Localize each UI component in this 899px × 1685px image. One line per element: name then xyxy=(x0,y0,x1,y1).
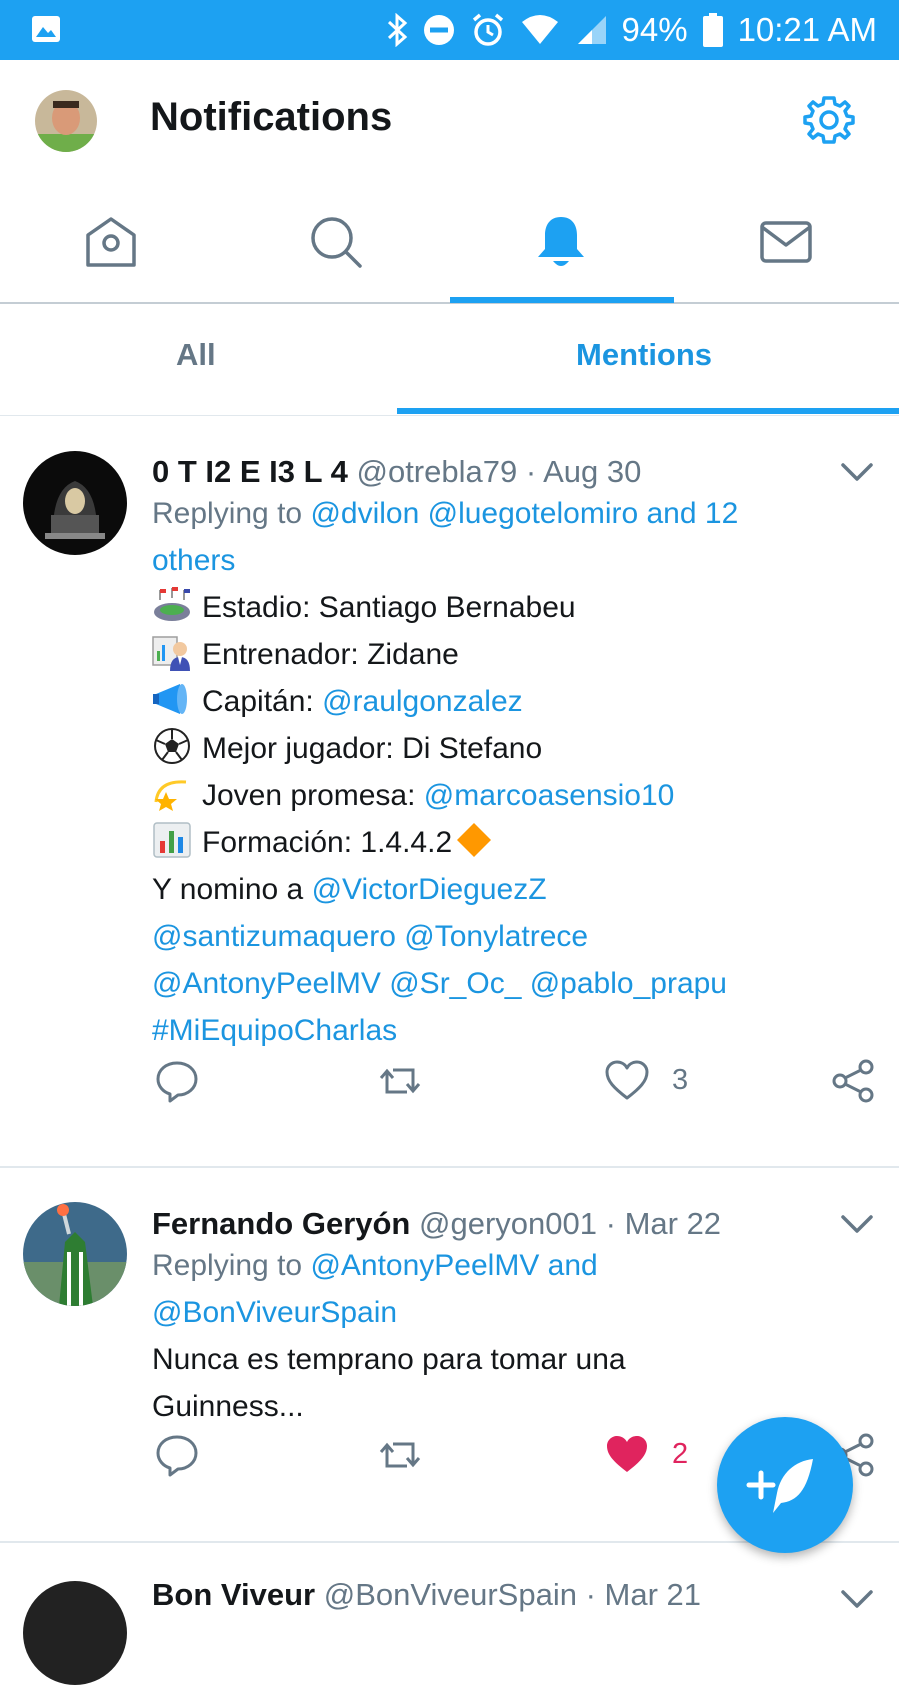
tweet-date: Mar 22 xyxy=(624,1206,722,1241)
tab-all[interactable]: All xyxy=(176,337,216,373)
app-header xyxy=(0,60,899,180)
clock: 10:21 AM xyxy=(737,11,877,48)
alarm-icon xyxy=(472,13,503,46)
reply-mentions-others[interactable]: others xyxy=(152,544,235,577)
active-tab-indicator xyxy=(450,297,674,303)
tweet-header: Bon Viveur @BonViveurSpain · Mar 21 xyxy=(152,1577,701,1613)
line-formation: Formación: 1.4.4.2 xyxy=(202,826,453,859)
reply-mentions[interactable]: @dvilon @luegotelomiro and 12 xyxy=(310,497,738,530)
bar-chart-emoji xyxy=(153,822,191,858)
notification-filter-tabs: All Mentions xyxy=(0,304,899,416)
author-handle[interactable]: @BonViveurSpain xyxy=(324,1577,577,1612)
status-bar: 94% 10:21 AM xyxy=(0,0,899,60)
settings-gear-icon[interactable] xyxy=(800,92,858,150)
home-icon[interactable] xyxy=(82,213,140,271)
tweet-avatar[interactable] xyxy=(23,451,127,555)
like-count: 3 xyxy=(672,1064,689,1096)
tweet-header: 0 T I2 E I3 L 4 @otrebla79 · Aug 30 xyxy=(152,454,641,490)
liked-heart-icon[interactable] xyxy=(604,1432,650,1478)
cell-signal-icon xyxy=(577,16,606,44)
tweet-actions: 3 xyxy=(0,1058,899,1108)
chevron-down-icon[interactable] xyxy=(840,1214,874,1234)
chevron-down-icon[interactable] xyxy=(840,462,874,482)
replying-to-label: Replying to xyxy=(152,1249,311,1282)
hashtag-link[interactable]: #MiEquipoCharlas xyxy=(152,1014,397,1047)
like-heart-icon[interactable] xyxy=(604,1058,650,1104)
profile-avatar[interactable] xyxy=(35,90,97,152)
author-name[interactable]: Bon Viveur xyxy=(152,1577,315,1612)
gallery-icon xyxy=(32,16,60,42)
share-icon[interactable] xyxy=(830,1058,876,1104)
page-title: Notifications xyxy=(150,95,393,139)
mentions-tab-indicator xyxy=(397,408,899,414)
nominate-text: Y nomino a xyxy=(152,873,312,906)
reply-icon[interactable] xyxy=(154,1058,200,1104)
dizzy-star-emoji xyxy=(154,780,187,811)
bluetooth-icon xyxy=(387,13,407,47)
search-icon[interactable] xyxy=(307,213,365,271)
mention-victordieguezz[interactable]: @VictorDieguezZ xyxy=(312,873,547,906)
line-best-player: Mejor jugador: Di Stefano xyxy=(202,732,543,765)
tweet-text-line: Guinness... xyxy=(152,1390,304,1423)
tweet-date: Mar 21 xyxy=(604,1577,702,1612)
tweet-avatar[interactable] xyxy=(23,1581,127,1685)
mention-group-1[interactable]: @santizumaquero @Tonylatrece xyxy=(152,920,588,953)
reply-mentions[interactable]: @AntonyPeelMV and xyxy=(310,1249,597,1282)
author-name[interactable]: Fernando Geryón xyxy=(152,1206,410,1241)
line-young-promise: Joven promesa: xyxy=(202,779,424,812)
wifi-icon xyxy=(521,15,558,44)
tweet-content: Replying to @AntonyPeelMV and @BonViveur… xyxy=(152,1242,852,1430)
tab-mentions[interactable]: Mentions xyxy=(576,337,712,373)
compose-tweet-button[interactable] xyxy=(717,1417,853,1553)
author-name[interactable]: 0 T I2 E I3 L 4 xyxy=(152,454,348,489)
tweet-date: Aug 30 xyxy=(543,454,642,489)
retweet-icon[interactable] xyxy=(377,1058,423,1104)
reply-mention-bonviveur[interactable]: @BonViveurSpain xyxy=(152,1296,397,1329)
line-captain: Capitán: xyxy=(202,685,323,718)
retweet-icon[interactable] xyxy=(377,1432,423,1478)
separator-dot: · xyxy=(585,1577,596,1612)
separator-dot: · xyxy=(525,454,537,489)
author-handle[interactable]: @geryon001 xyxy=(419,1206,597,1241)
like-count: 2 xyxy=(672,1438,689,1470)
mention-raulgonzalez[interactable]: @raulgonzalez xyxy=(322,685,523,718)
tweet-header: Fernando Geryón @geryon001 · Mar 22 xyxy=(152,1206,721,1242)
author-handle[interactable]: @otrebla79 xyxy=(356,454,517,489)
messages-icon[interactable] xyxy=(757,213,815,271)
battery-percent: 94% xyxy=(621,11,688,48)
replying-to-label: Replying to xyxy=(152,497,311,530)
tweet-avatar[interactable] xyxy=(23,1202,127,1306)
tweet-content: Replying to @dvilon @luegotelomiro and 1… xyxy=(152,490,852,1054)
teacher-emoji xyxy=(152,636,190,671)
stadium-emoji xyxy=(154,587,190,621)
tweet[interactable]: 0 T I2 E I3 L 4 @otrebla79 · Aug 30 Repl… xyxy=(0,416,899,1168)
compose-feather-icon xyxy=(746,1459,813,1513)
reply-icon[interactable] xyxy=(154,1432,200,1478)
separator-dot: · xyxy=(605,1206,616,1241)
chevron-down-icon[interactable] xyxy=(840,1589,874,1609)
mention-marcoasensio10[interactable]: @marcoasensio10 xyxy=(424,779,675,812)
bell-icon[interactable] xyxy=(532,213,590,271)
battery-icon xyxy=(702,13,723,47)
soccer-ball-emoji xyxy=(154,728,190,764)
mention-group-2[interactable]: @AntonyPeelMV @Sr_Oc_ @pablo_prapu xyxy=(152,967,727,1000)
main-nav xyxy=(0,180,899,304)
megaphone-emoji xyxy=(153,684,187,714)
do-not-disturb-icon xyxy=(423,15,454,45)
orange-diamond-emoji xyxy=(457,823,492,857)
line-coach: Entrenador: Zidane xyxy=(202,638,459,671)
line-stadium: Estadio: Santiago Bernabeu xyxy=(202,591,576,624)
tweet-text-line: Nunca es temprano para tomar una xyxy=(152,1343,626,1376)
